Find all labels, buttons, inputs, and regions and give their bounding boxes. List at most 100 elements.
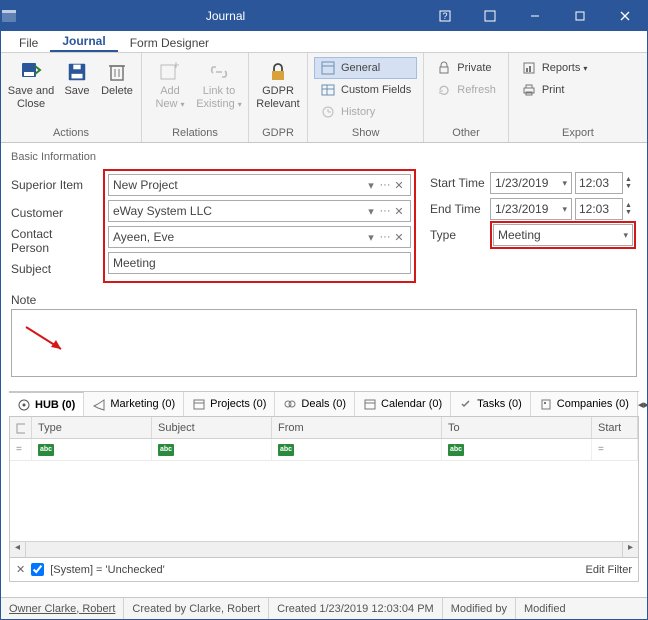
chevron-down-icon[interactable]: ▾ [364,179,378,192]
save-and-close-button[interactable]: Save and Close [5,55,57,114]
filter-from[interactable]: abc [272,439,442,460]
maximize-alt-button[interactable] [467,1,512,31]
minimize-button[interactable] [512,1,557,31]
maximize-button[interactable] [557,1,602,31]
trash-icon [107,59,127,85]
general-button[interactable]: General [314,57,417,79]
start-date-input[interactable]: 1/23/2019▾ [490,172,572,194]
subject-input[interactable]: Meeting [108,252,411,274]
label-type: Type [430,228,490,242]
status-owner[interactable]: Owner Clarke, Robert [1,598,124,619]
ribbon: Save and Close Save Delete Actions Add N… [1,53,647,143]
status-created: Created 1/23/2019 12:03:04 PM [269,598,443,619]
help-button[interactable]: ? [422,1,467,31]
gdpr-relevant-button[interactable]: GDPR Relevant [253,55,303,114]
chevron-down-icon[interactable]: ▾ [562,178,567,189]
filter-bar: ✕ [System] = 'Unchecked' Edit Filter [9,558,639,582]
filter-start[interactable]: = [592,439,638,460]
col-from[interactable]: From [272,417,442,438]
filter-expression: [System] = 'Unchecked' [50,564,165,576]
label-start-time: Start Time [430,176,490,190]
reports-button[interactable]: Reports ▾ [515,57,594,79]
link-existing-button[interactable]: Link to Existing ▾ [194,55,244,114]
start-time-input[interactable]: 12:03 [575,172,623,194]
scroll-right-button[interactable]: ▸ [622,542,638,557]
ribbon-group-gdpr: GDPR Relevant GDPR [249,53,308,142]
chevron-down-icon[interactable]: ▾ [364,205,378,218]
col-start[interactable]: Start [592,417,638,438]
save-button[interactable]: Save [57,55,97,102]
refresh-icon [436,82,452,98]
superior-item-input[interactable]: New Project▾···✕ [108,174,411,196]
label-subject: Subject [11,262,93,276]
end-time-spinner[interactable]: ▲▼ [625,202,637,216]
add-new-icon [159,59,181,85]
filter-subject[interactable]: abc [152,439,272,460]
clear-icon[interactable]: ✕ [392,205,406,218]
ribbon-group-other: Private Refresh Other [424,53,509,142]
grid-hscroll[interactable]: ◂ ▸ [10,541,638,557]
more-icon[interactable]: ··· [378,231,392,243]
tab-tasks[interactable]: Tasks (0) [451,392,531,416]
status-modified-by: Modified by [443,598,516,619]
menu-form-designer[interactable]: Form Designer [118,33,221,52]
refresh-button[interactable]: Refresh [430,79,502,101]
more-icon[interactable]: ··· [378,179,392,191]
filter-to[interactable]: abc [442,439,592,460]
scroll-track[interactable] [26,542,622,557]
end-time-input[interactable]: 12:03 [575,198,623,220]
add-new-button[interactable]: Add New ▾ [146,55,194,114]
filter-clear-button[interactable]: ✕ [16,563,25,576]
history-button[interactable]: History [314,101,417,123]
grid-body[interactable] [10,461,638,541]
col-to[interactable]: To [442,417,592,438]
edit-filter-link[interactable]: Edit Filter [586,564,632,576]
window-title: Journal [29,9,422,23]
close-button[interactable] [602,1,647,31]
filter-checkbox[interactable] [31,563,44,576]
form-area: Basic Information Superior Item Customer… [1,143,647,287]
note-input[interactable] [11,309,637,377]
tab-deals[interactable]: Deals (0) [275,392,355,416]
tab-companies[interactable]: Companies (0) [531,392,638,416]
tab-projects[interactable]: Projects (0) [184,392,275,416]
save-icon [66,59,88,85]
history-icon [320,104,336,120]
customer-input[interactable]: eWay System LLC▾···✕ [108,200,411,222]
private-button[interactable]: Private [430,57,502,79]
contact-input[interactable]: Ayeen, Eve▾···✕ [108,226,411,248]
chevron-down-icon[interactable]: ▾ [623,230,628,241]
custom-fields-button[interactable]: Custom Fields [314,79,417,101]
menu-journal[interactable]: Journal [50,31,117,52]
filter-type[interactable]: abc [32,439,152,460]
more-icon[interactable]: ··· [378,205,392,217]
grid-header: Type Subject From To Start [10,417,638,439]
col-type[interactable]: Type [32,417,152,438]
label-end-time: End Time [430,202,490,216]
filter-op-icon[interactable]: = [10,439,32,460]
reports-icon [521,60,537,76]
type-input[interactable]: Meeting▾ [493,224,633,246]
tab-marketing[interactable]: Marketing (0) [84,392,184,416]
chevron-down-icon[interactable]: ▾ [364,231,378,244]
delete-button[interactable]: Delete [97,55,137,102]
end-date-input[interactable]: 1/23/2019▾ [490,198,572,220]
tab-scroll-right[interactable]: ▸ [643,398,648,411]
custom-fields-icon [320,82,336,98]
tab-calendar[interactable]: Calendar (0) [355,392,451,416]
clear-icon[interactable]: ✕ [392,179,406,192]
col-icon[interactable] [10,417,32,438]
abc-icon: abc [448,444,464,456]
status-modified: Modified [516,598,574,619]
scroll-left-button[interactable]: ◂ [10,542,26,557]
grid-filter-row: = abc abc abc abc = [10,439,638,461]
chevron-down-icon[interactable]: ▾ [562,204,567,215]
start-time-spinner[interactable]: ▲▼ [625,176,637,190]
menu-file[interactable]: File [7,33,50,52]
clear-icon[interactable]: ✕ [392,231,406,244]
tab-hub[interactable]: HUB (0) [9,392,84,416]
lock-icon [267,59,289,85]
col-subject[interactable]: Subject [152,417,272,438]
print-button[interactable]: Print [515,79,594,101]
label-note: Note [11,287,637,309]
